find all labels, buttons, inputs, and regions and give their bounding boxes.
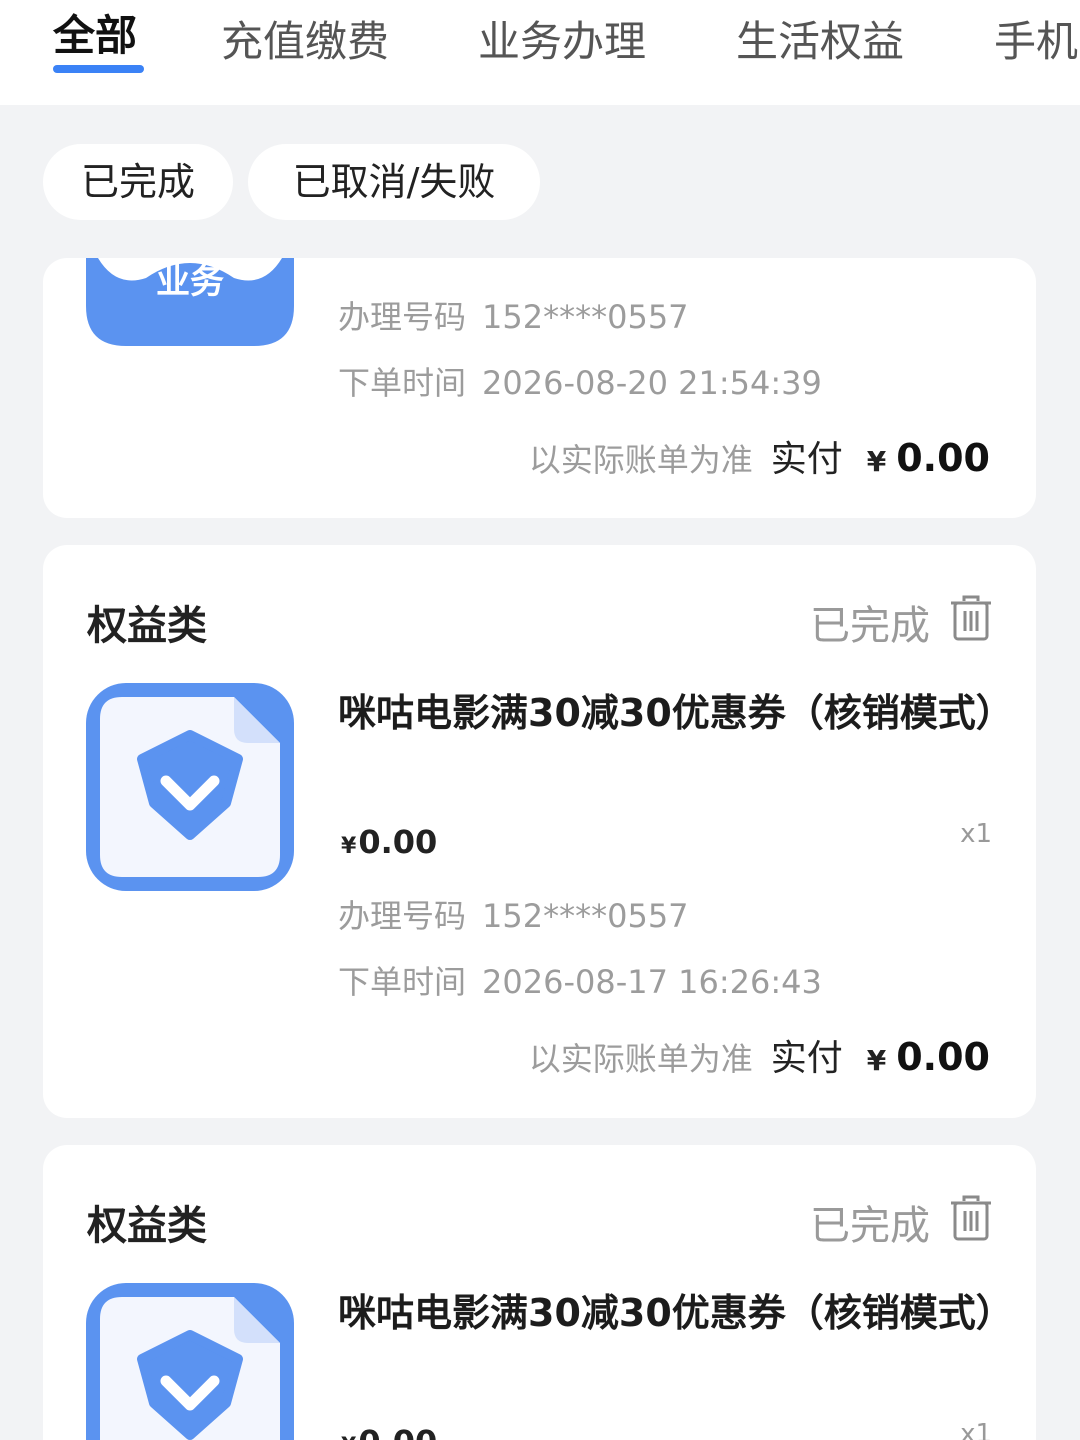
coupon-badge-icon (86, 1283, 294, 1440)
yen-symbol: ¥ (866, 445, 887, 478)
paid-amount: 0.00 (896, 1035, 990, 1079)
bill-note: 以实际账单为准 (528, 441, 753, 479)
paid-label: 实付 (770, 439, 843, 480)
order-category: 权益类 (87, 603, 207, 649)
status-filters: 已完成 已取消/失败 (0, 140, 1080, 220)
quantity: x1 (960, 1419, 992, 1440)
order-time-label: 下单时间 (338, 963, 467, 1001)
order-category: 权益类 (87, 1203, 207, 1249)
trash-icon[interactable] (950, 595, 992, 641)
tab-all[interactable]: 全部 (53, 2, 137, 63)
product-title: 咪咕电影满30减30优惠券（核销模式） (338, 1291, 1014, 1335)
order-time-row: 下单时间 2026-08-17 16:26:43 (338, 957, 822, 1003)
order-time-value: 2026-08-20 21:54:39 (482, 364, 822, 402)
tab-phone[interactable]: 手机 (994, 8, 1078, 69)
tab-life-benefits[interactable]: 生活权益 (736, 8, 904, 69)
payment-row: 以实际账单为准 实付 ¥0.00 (529, 1029, 990, 1081)
order-card[interactable]: 权益类 已完成 咪咕电影满30减30优惠券（核销模式） ¥0.00 x1 (43, 1145, 1036, 1440)
category-tabbar: 全部 充值缴费 业务办理 生活权益 手机 (0, 0, 1080, 105)
filter-completed[interactable]: 已完成 (43, 144, 233, 220)
yen-symbol: ¥ (341, 834, 357, 859)
unit-price-value: 0.00 (358, 1423, 437, 1440)
payment-row: 以实际账单为准 实付 ¥0.00 (529, 430, 990, 482)
trash-icon[interactable] (950, 1195, 992, 1241)
order-time-label: 下单时间 (338, 364, 467, 402)
filter-cancelled-failed[interactable]: 已取消/失败 (248, 144, 540, 220)
coupon-badge-icon (86, 683, 294, 891)
order-number-value: 152****0557 (482, 897, 689, 935)
order-card[interactable]: 权益类 已完成 咪咕电影满30减30优惠券（核销模式） ¥0.00 x1 办理号… (43, 545, 1036, 1118)
order-number-row: 办理号码 152****0557 (338, 292, 689, 338)
yen-symbol: ¥ (341, 1434, 356, 1440)
order-time-row: 下单时间 2026-08-20 21:54:39 (338, 358, 822, 404)
yen-symbol: ¥ (866, 1044, 887, 1077)
tab-business[interactable]: 业务办理 (478, 8, 646, 69)
product-title: 咪咕电影满30减30优惠券（核销模式） (338, 691, 1014, 735)
unit-price-value: 0.00 (358, 823, 438, 861)
order-status: 已完成 (810, 603, 930, 649)
unit-price: ¥0.00 (341, 1423, 437, 1440)
order-number-label: 办理号码 (338, 298, 467, 336)
quantity: x1 (960, 819, 992, 849)
order-time-value: 2026-08-17 16:26:43 (482, 963, 822, 1001)
order-card[interactable]: 业务 办理号码 152****0557 下单时间 2026-08-20 21:54:… (43, 258, 1036, 518)
order-number-value: 152****0557 (482, 298, 689, 336)
paid-label: 实付 (770, 1038, 843, 1079)
active-tab-indicator (53, 65, 144, 73)
order-number-label: 办理号码 (338, 897, 467, 935)
paid-amount: 0.00 (896, 436, 990, 480)
order-number-row: 办理号码 152****0557 (338, 891, 689, 937)
unit-price: ¥0.00 (341, 823, 437, 861)
business-icon: 业务 (86, 258, 294, 346)
tab-recharge[interactable]: 充值缴费 (221, 8, 389, 69)
order-status: 已完成 (810, 1203, 930, 1249)
business-icon-label: 业务 (156, 262, 224, 302)
bill-note: 以实际账单为准 (528, 1040, 753, 1078)
